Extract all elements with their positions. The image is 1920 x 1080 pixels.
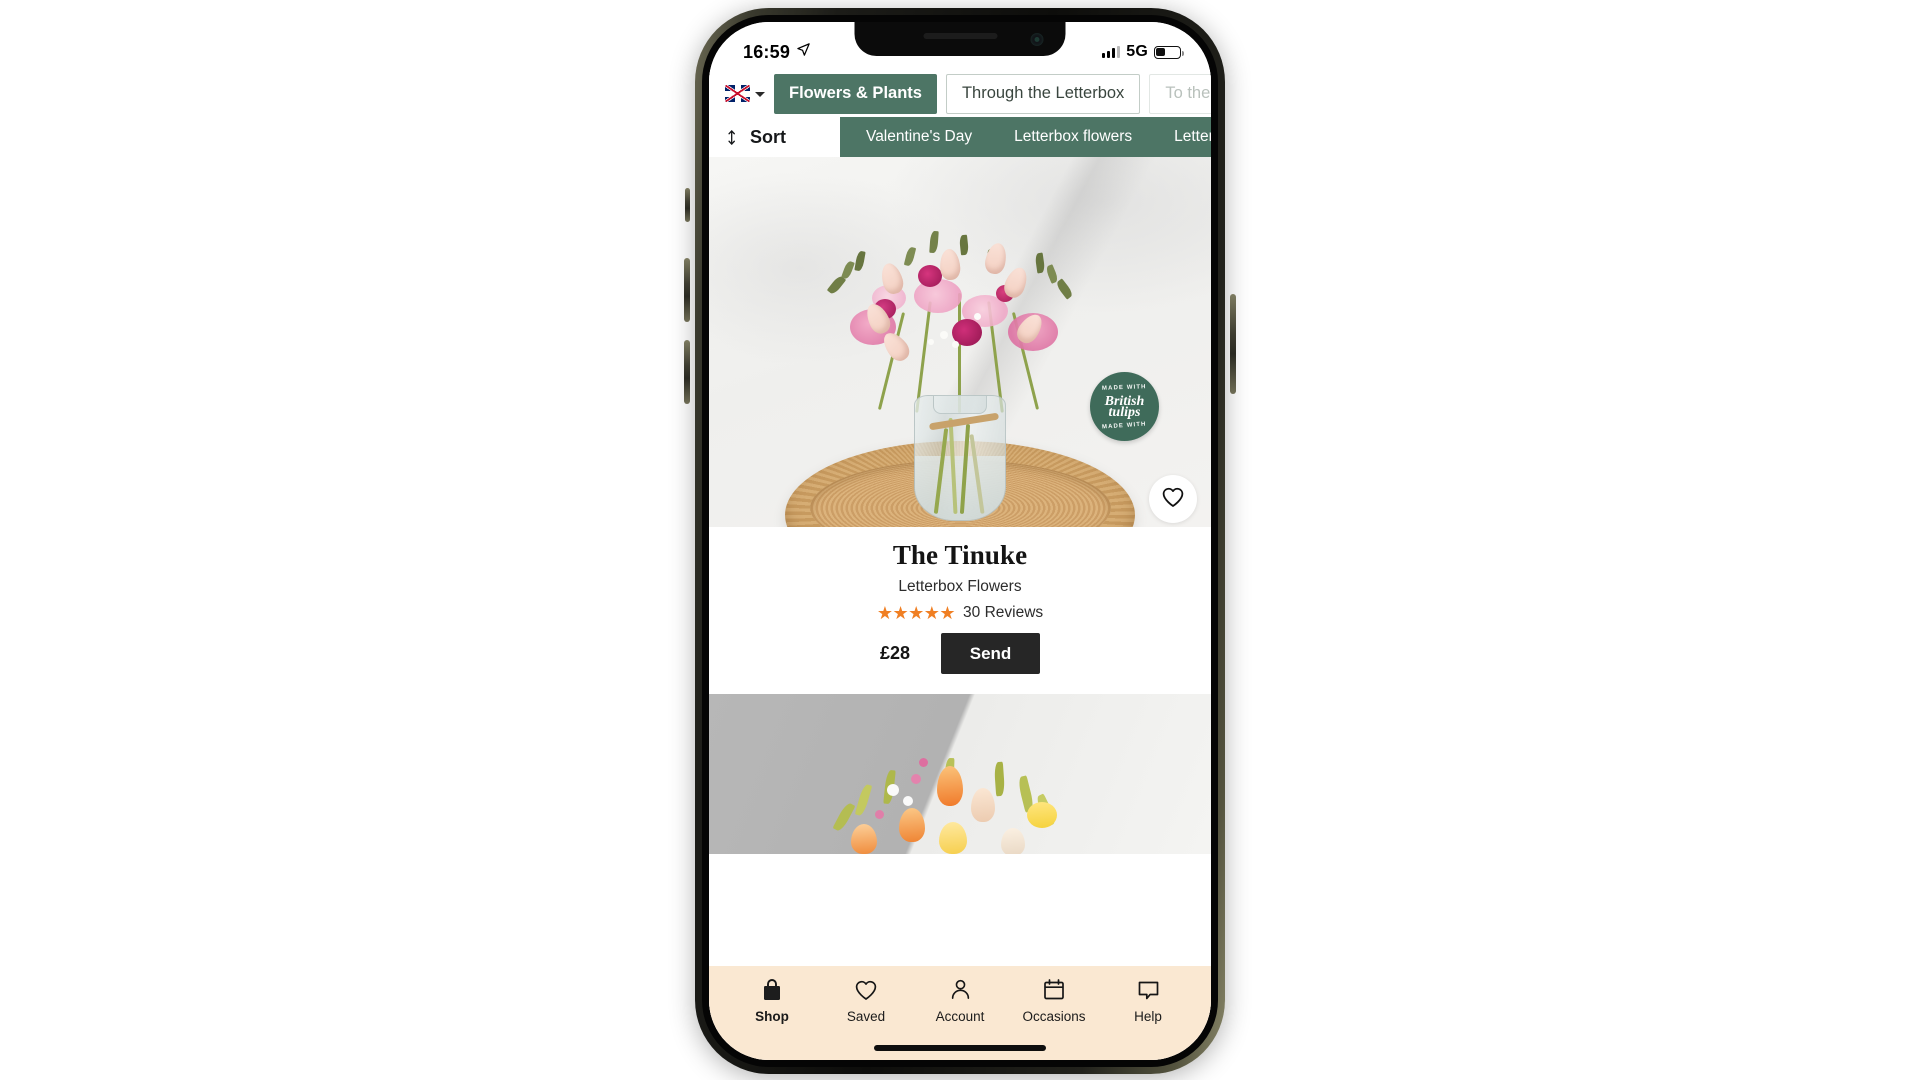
purchase-row: £28 Send [709,633,1211,674]
network-label: 5G [1126,43,1148,60]
status-bar: 16:59 5G [709,22,1211,70]
bouquet-illustration [810,227,1110,417]
volume-up-button[interactable] [684,258,690,322]
badge-arc-top-label: MADE WITH [1102,384,1147,392]
tab-label: Occasions [1022,1009,1086,1024]
tab-occasions[interactable]: Occasions [1013,977,1095,1024]
subnav-item-valentines-day[interactable]: Valentine's Day [866,128,972,146]
person-icon [949,977,972,1002]
subnav-pointer-caret [894,117,920,118]
category-tab-label: Through the Letterbox [961,84,1125,102]
cellular-bars-icon [1102,46,1121,58]
product-title[interactable]: The Tinuke [709,540,1211,571]
category-tab-to-the-door[interactable]: To the d [1149,73,1211,114]
product-price: £28 [879,643,911,663]
star-rating-icon: ★★★★★ [876,603,956,623]
phone-bezel: 16:59 5G Flowers & Plants Through the Le… [702,15,1218,1067]
category-tab-label: To the d [1165,84,1211,102]
locale-selector[interactable] [721,85,765,102]
mute-switch[interactable] [685,188,690,222]
power-button[interactable] [1230,294,1236,394]
status-bar-right: 5G [1102,43,1184,61]
product-card[interactable] [709,694,1211,854]
badge-main-line-2: tulips [1108,405,1141,420]
tab-label: Shop [755,1009,789,1024]
product-subtitle: Letterbox Flowers [898,578,1022,595]
favorite-button[interactable] [1149,475,1197,523]
tab-label: Saved [846,1009,886,1024]
volume-down-button[interactable] [684,340,690,404]
tab-label: Account [935,1009,985,1024]
category-tab-label: Flowers & Plants [789,84,922,102]
heart-outline-icon [1161,486,1185,513]
heart-outline-icon [854,977,878,1002]
rating-row: ★★★★★ 30 Reviews [709,604,1211,622]
tab-saved[interactable]: Saved [825,977,907,1024]
product-card[interactable]: MADE WITH British tulips MADE WITH The T… [709,157,1211,690]
product-details: The Tinuke Letterbox Flowers ★★★★★ 30 Re… [709,527,1211,690]
category-tab-through-the-letterbox[interactable]: Through the Letterbox [945,73,1141,114]
tab-shop[interactable]: Shop [731,977,813,1024]
send-button[interactable]: Send [941,633,1041,674]
status-bar-left: 16:59 [743,42,811,63]
location-arrow-icon [796,42,811,62]
sort-label: Sort [750,126,786,147]
british-tulips-badge: MADE WITH British tulips MADE WITH [1090,372,1159,441]
bottom-tab-bar[interactable]: Shop Saved Account Occasions Help [709,966,1211,1060]
screenshot-canvas: 16:59 5G Flowers & Plants Through the Le… [0,0,1920,1080]
chat-bubble-icon [1137,977,1160,1002]
subnav-item-letterbox-flowers[interactable]: Letterbox flowers [1014,128,1132,146]
bouquet-illustration [815,740,1105,854]
subnav-item-letterbox-plants[interactable]: Letterbox p [1174,128,1211,146]
badge-arc-bottom-label: MADE WITH [1102,421,1147,431]
category-bar[interactable]: Flowers & Plants Through the Letterbox T… [709,70,1211,117]
home-indicator[interactable] [874,1045,1046,1051]
category-tab-flowers-and-plants[interactable]: Flowers & Plants [774,73,937,114]
sort-and-subnav-row: Sort Valentine's Day Letterbox flowers L… [709,117,1211,157]
sort-arrows-icon [727,128,742,147]
subnav-bar[interactable]: Valentine's Day Letterbox flowers Letter… [840,117,1211,157]
phone-screen: 16:59 5G Flowers & Plants Through the Le… [709,22,1211,1060]
battery-icon [1154,45,1184,59]
calendar-icon [1043,977,1065,1002]
status-time: 16:59 [743,41,791,62]
product-feed[interactable]: MADE WITH British tulips MADE WITH The T… [709,157,1211,966]
review-count[interactable]: 30 Reviews [963,604,1043,622]
tab-account[interactable]: Account [919,977,1001,1024]
app-root: Flowers & Plants Through the Letterbox T… [709,22,1211,1060]
sort-button[interactable]: Sort [709,117,840,157]
glass-vase-prop [914,395,1006,521]
tab-label: Help [1134,1009,1162,1024]
shopping-bag-icon [761,977,783,1002]
product-image[interactable]: MADE WITH British tulips MADE WITH [709,157,1211,527]
product-image[interactable] [709,694,1211,854]
tab-help[interactable]: Help [1107,977,1189,1024]
uk-flag-icon [725,85,750,102]
chevron-down-icon [755,92,765,97]
phone-device: 16:59 5G Flowers & Plants Through the Le… [684,8,1236,1074]
